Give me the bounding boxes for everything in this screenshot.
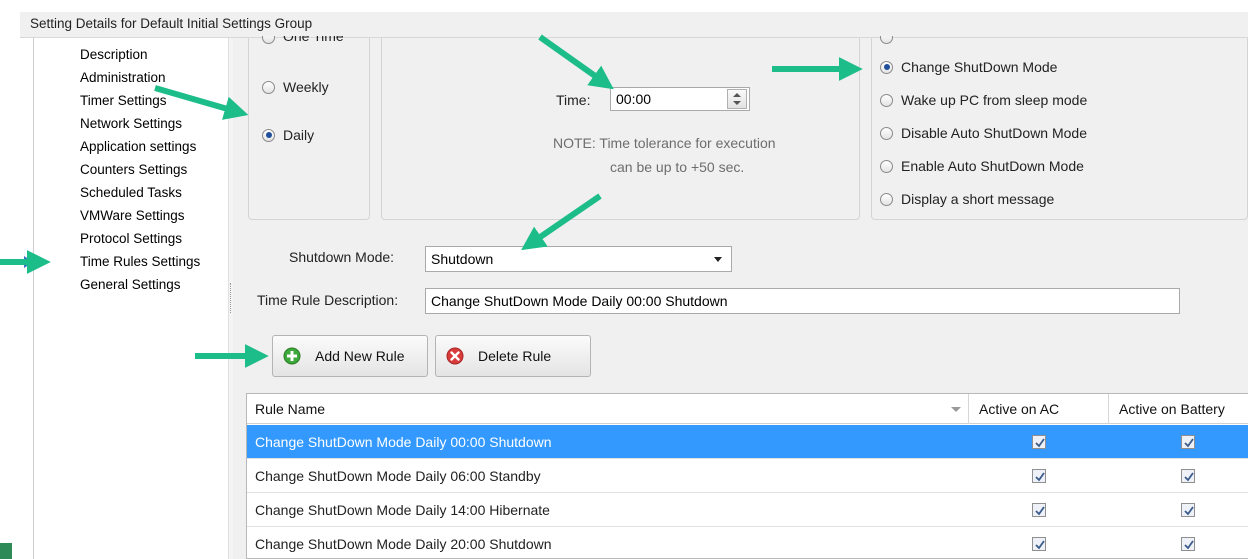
radio-label: Change ShutDown Mode <box>901 59 1058 75</box>
checkmark-icon <box>1184 438 1194 448</box>
nav-item-vmware-settings[interactable]: VMWare Settings <box>80 208 185 231</box>
radio-display-short-message[interactable]: Display a short message <box>880 191 1054 207</box>
rule-description-input[interactable]: Change ShutDown Mode Daily 00:00 Shutdow… <box>425 288 1180 314</box>
time-spinner[interactable] <box>727 89 747 109</box>
nav-item-network-settings[interactable]: Network Settings <box>80 116 182 139</box>
radio-label: Wake up PC from sleep mode <box>901 92 1088 108</box>
table-row[interactable]: Change ShutDown Mode Daily 14:00 Hiberna… <box>247 493 1248 527</box>
rule-name-cell: Change ShutDown Mode Daily 14:00 Hiberna… <box>255 502 550 518</box>
spin-down-icon[interactable] <box>733 101 741 105</box>
nav-item-timer-settings[interactable]: Timer Settings <box>80 93 167 116</box>
checkmark-icon <box>1184 472 1194 482</box>
radio-circle-checked <box>262 128 275 142</box>
active-battery-checkbox[interactable] <box>1181 435 1195 449</box>
add-new-rule-button[interactable]: Add New Rule <box>272 335 428 377</box>
active-ac-checkbox[interactable] <box>1032 469 1046 483</box>
checkmark-icon <box>1035 540 1045 550</box>
radio-hidden-action[interactable] <box>880 36 893 44</box>
delete-rule-button[interactable]: Delete Rule <box>435 335 591 377</box>
rule-name-cell: Change ShutDown Mode Daily 20:00 Shutdow… <box>255 536 552 552</box>
active-ac-checkbox[interactable] <box>1032 503 1046 517</box>
rule-description-label: Time Rule Description: <box>257 292 399 308</box>
rule-name-cell: Change ShutDown Mode Daily 00:00 Shutdow… <box>255 434 552 450</box>
rules-table: Rule Name Active on AC Active on Battery… <box>246 393 1248 559</box>
checkmark-icon <box>1035 438 1045 448</box>
checkmark-icon <box>1184 540 1194 550</box>
radio-circle <box>262 36 275 44</box>
rule-name-cell: Change ShutDown Mode Daily 06:00 Standby <box>255 468 541 484</box>
nav-item-administration[interactable]: Administration <box>80 70 166 93</box>
table-row[interactable]: Change ShutDown Mode Daily 06:00 Standby <box>247 459 1248 493</box>
column-header-active-battery[interactable]: Active on Battery <box>1109 394 1248 424</box>
time-note-line1: NOTE: Time tolerance for execution <box>553 135 776 151</box>
radio-label: Weekly <box>283 79 329 95</box>
radio-wake-up-pc[interactable]: Wake up PC from sleep mode <box>880 92 1087 108</box>
radio-circle <box>880 93 893 107</box>
radio-circle-checked <box>880 60 893 74</box>
radio-label: Disable Auto ShutDown Mode <box>901 125 1087 141</box>
radio-circle <box>880 159 893 173</box>
column-header-rule-name[interactable]: Rule Name <box>247 394 969 424</box>
add-new-rule-label: Add New Rule <box>315 348 405 364</box>
nav-item-description[interactable]: Description <box>80 47 148 70</box>
radio-disable-auto-shutdown[interactable]: Disable Auto ShutDown Mode <box>880 125 1087 141</box>
time-label: Time: <box>556 92 591 108</box>
plus-circle-icon <box>283 347 301 365</box>
active-ac-checkbox[interactable] <box>1032 537 1046 551</box>
shutdown-mode-label: Shutdown Mode: <box>289 249 395 265</box>
table-row[interactable]: Change ShutDown Mode Daily 00:00 Shutdow… <box>247 425 1248 459</box>
nav-item-general-settings[interactable]: General Settings <box>80 277 181 300</box>
time-group <box>381 38 860 220</box>
radio-change-shutdown-mode[interactable]: Change ShutDown Mode <box>880 59 1057 75</box>
radio-circle <box>880 126 893 140</box>
table-header: Rule Name Active on AC Active on Battery <box>247 394 1248 424</box>
delete-circle-icon <box>446 347 464 365</box>
time-note-line2: can be up to +50 sec. <box>610 159 745 175</box>
nav-item-scheduled-tasks[interactable]: Scheduled Tasks <box>80 185 182 208</box>
radio-label: Enable Auto ShutDown Mode <box>901 158 1084 174</box>
radio-label: Daily <box>283 127 315 143</box>
sort-chevron-down-icon[interactable] <box>951 407 961 412</box>
radio-daily[interactable]: Daily <box>262 127 314 143</box>
table-row[interactable]: Change ShutDown Mode Daily 20:00 Shutdow… <box>247 527 1248 558</box>
radio-circle <box>880 192 893 206</box>
radio-weekly[interactable]: Weekly <box>262 79 329 95</box>
spin-up-icon[interactable] <box>733 93 741 97</box>
shutdown-mode-value: Shutdown <box>431 251 494 267</box>
checkmark-icon <box>1035 506 1045 516</box>
active-battery-checkbox[interactable] <box>1181 503 1195 517</box>
column-header-active-ac[interactable]: Active on AC <box>969 394 1109 424</box>
radio-one-time[interactable]: One Time <box>262 36 344 44</box>
radio-label: Display a short message <box>901 191 1055 207</box>
active-battery-checkbox[interactable] <box>1181 537 1195 551</box>
nav-item-application-settings[interactable]: Application settings <box>80 139 196 162</box>
radio-circle <box>880 36 893 44</box>
radio-enable-auto-shutdown[interactable]: Enable Auto ShutDown Mode <box>880 158 1084 174</box>
splitter-grip[interactable] <box>230 283 232 313</box>
nav-item-time-rules-settings[interactable]: Time Rules Settings <box>80 254 200 277</box>
triangle-right-icon <box>24 256 33 268</box>
desktop-corner-accent <box>0 543 12 559</box>
radio-label: One Time <box>283 36 344 44</box>
nav-item-protocol-settings[interactable]: Protocol Settings <box>80 231 182 254</box>
delete-rule-label: Delete Rule <box>478 348 552 364</box>
checkmark-icon <box>1184 506 1194 516</box>
shutdown-mode-select[interactable]: Shutdown <box>425 246 732 272</box>
chevron-down-icon[interactable] <box>714 257 722 262</box>
window-title: Setting Details for Default Initial Sett… <box>20 12 1248 38</box>
radio-circle <box>262 80 275 94</box>
active-battery-checkbox[interactable] <box>1181 469 1195 483</box>
checkmark-icon <box>1035 472 1045 482</box>
nav-item-counters-settings[interactable]: Counters Settings <box>80 162 187 185</box>
active-ac-checkbox[interactable] <box>1032 435 1046 449</box>
